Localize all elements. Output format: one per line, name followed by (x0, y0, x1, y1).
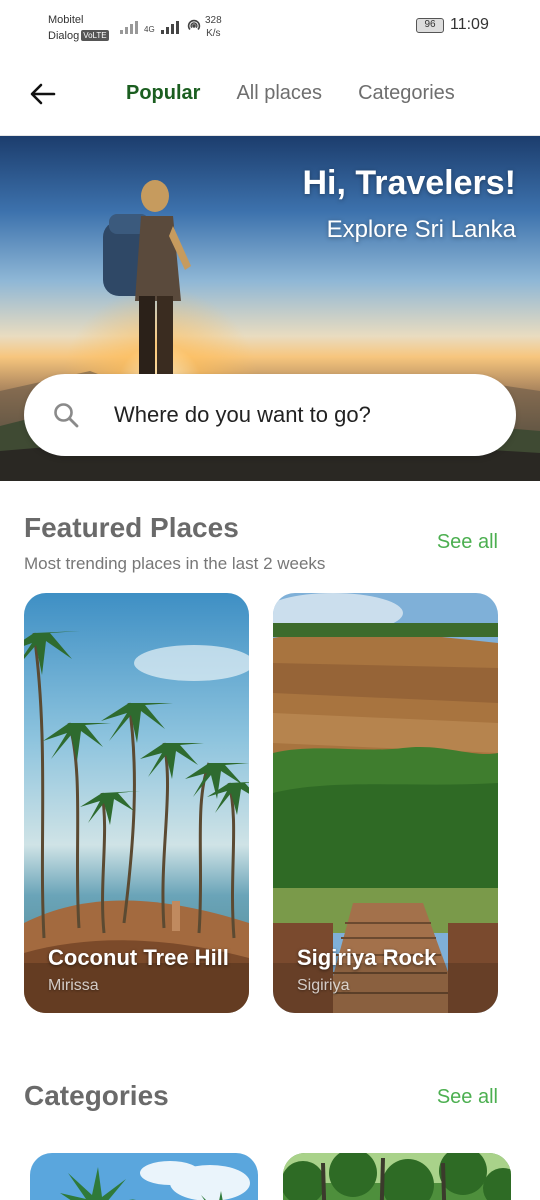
place-card-sigiriya-rock[interactable]: Sigiriya Rock Sigiriya (273, 593, 498, 1013)
featured-see-all-button[interactable]: See all (437, 531, 498, 554)
category-image-forest (283, 1153, 511, 1200)
signal-1-icon (120, 18, 138, 34)
featured-title: Featured Places (24, 512, 239, 543)
speed-value: 328 (205, 15, 222, 26)
tab-popular[interactable]: Popular (126, 82, 200, 105)
search-input[interactable]: Where do you want to go? (24, 374, 516, 456)
place-location: Sigiriya (297, 977, 350, 994)
tab-all-places[interactable]: All places (236, 82, 322, 105)
carrier-2: Dialog (48, 30, 80, 42)
category-card[interactable] (283, 1153, 511, 1200)
categories-see-all-button[interactable]: See all (437, 1086, 498, 1109)
categories-title: Categories (24, 1080, 169, 1111)
signal-indicators: 4G (120, 16, 203, 34)
hotspot-icon (187, 19, 200, 31)
search-placeholder: Where do you want to go? (114, 402, 371, 427)
place-card-coconut-tree-hill[interactable]: Coconut Tree Hill Mirissa (24, 593, 249, 1013)
signal-2-icon (160, 18, 179, 34)
volte-badge: VoLTE (81, 30, 109, 41)
arrow-left-icon (30, 83, 56, 105)
battery-icon: 96 (416, 18, 444, 33)
network-speed: 328 K/s (205, 14, 222, 40)
place-name: Sigiriya Rock (297, 945, 437, 970)
speed-unit: K/s (206, 28, 221, 39)
tab-bar: Popular All places Categories (126, 82, 455, 105)
status-time: 11:09 (450, 16, 489, 33)
carrier-info: Mobitel Dialog VoLTE (48, 12, 109, 44)
place-name: Coconut Tree Hill (48, 945, 229, 970)
hiker-silhouette (103, 180, 191, 386)
app-bar: Popular All places Categories (0, 60, 540, 136)
status-bar: Mobitel Dialog VoLTE 4G 328 K/s 96 11:09 (0, 0, 540, 52)
network-type: 4G (144, 25, 155, 34)
category-card[interactable] (30, 1153, 258, 1200)
search-icon (54, 403, 79, 428)
hero-title: Hi, Travelers! (302, 164, 516, 202)
category-image-beach (30, 1153, 258, 1200)
featured-subtitle: Most trending places in the last 2 weeks (24, 554, 326, 573)
battery-level: 96 (424, 19, 436, 30)
hero-subtitle: Explore Sri Lanka (326, 216, 516, 243)
tab-categories[interactable]: Categories (358, 82, 455, 105)
back-button[interactable] (24, 76, 60, 112)
carrier-1: Mobitel (48, 14, 84, 26)
place-location: Mirissa (48, 977, 99, 994)
